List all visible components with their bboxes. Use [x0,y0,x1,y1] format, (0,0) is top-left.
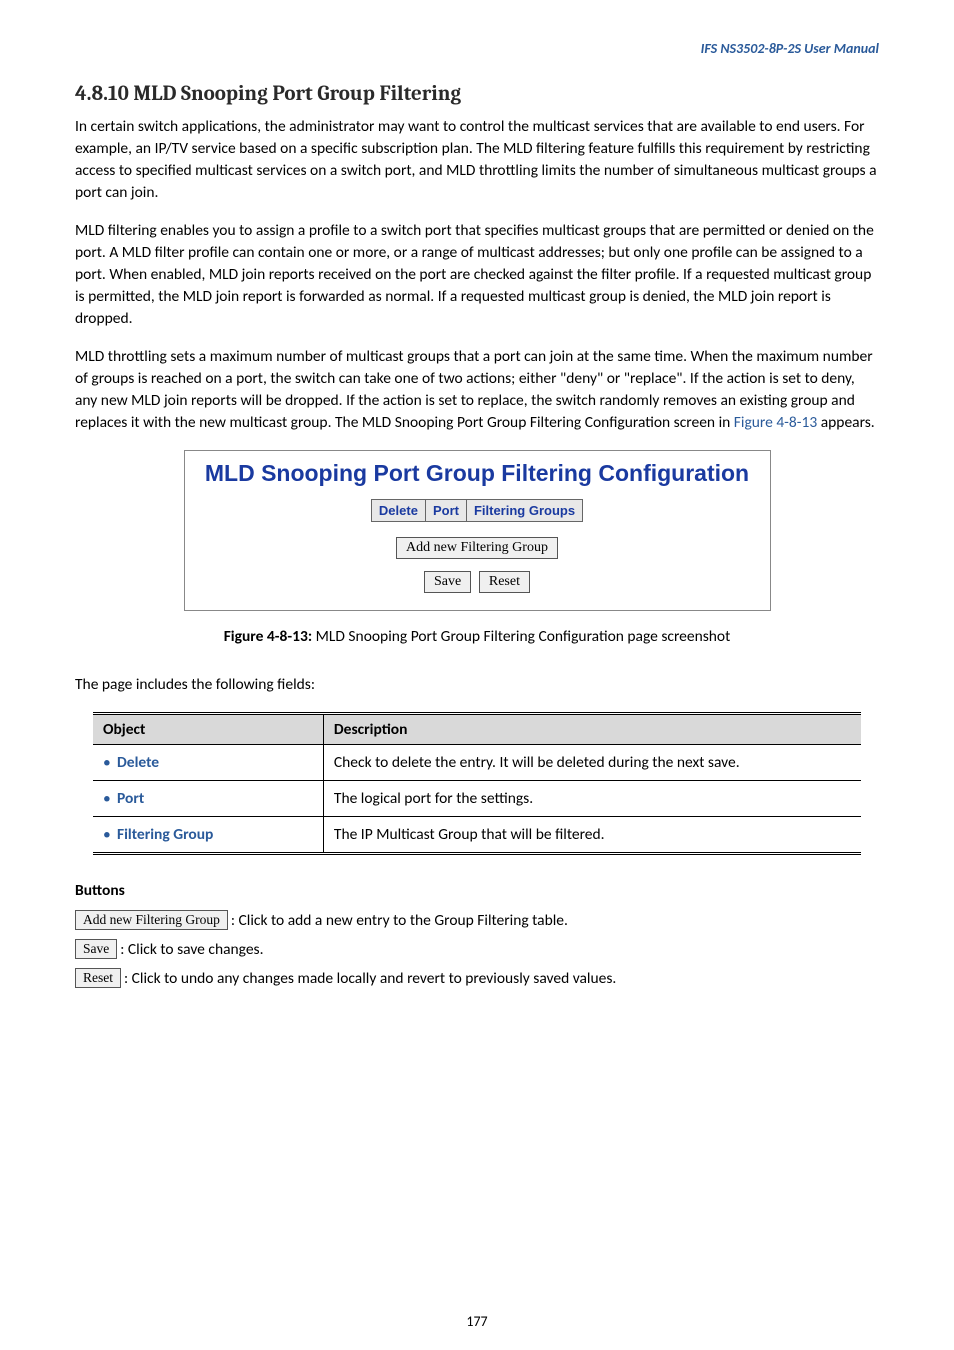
button-desc-line-add: Add new Filtering Group : Click to add a… [75,910,879,930]
reset-button[interactable]: Reset [479,571,530,593]
add-new-filtering-group-chip[interactable]: Add new Filtering Group [75,910,228,930]
mini-header-port: Port [425,500,466,522]
table-row: •Filtering Group The IP Multicast Group … [93,817,861,854]
object-port: Port [117,789,144,808]
desc-filtering-group: The IP Multicast Group that will be filt… [323,817,861,854]
reset-chip[interactable]: Reset [75,968,121,988]
bullet-icon: • [103,789,117,808]
save-chip[interactable]: Save [75,939,117,959]
object-description-table: Object Description •Delete Check to dele… [93,712,861,855]
save-chip-desc: : Click to save changes. [120,940,263,959]
buttons-heading: Buttons [75,881,879,900]
section-heading: 4.8.10 MLD Snooping Port Group Filtering [75,82,879,106]
bullet-icon: • [103,753,117,772]
paragraph-1: In certain switch applications, the admi… [75,116,879,204]
th-description: Description [323,714,861,745]
config-screenshot-box: MLD Snooping Port Group Filtering Config… [184,450,771,611]
mini-header-delete: Delete [371,500,425,522]
save-button[interactable]: Save [424,571,471,593]
desc-delete: Check to delete the entry. It will be de… [323,745,861,781]
header-manual-title: IFS NS3502-8P-2S User Manual [75,40,879,57]
fields-intro: The page includes the following fields: [75,674,879,696]
reset-chip-desc: : Click to undo any changes made locally… [124,969,616,988]
table-row: •Delete Check to delete the entry. It wi… [93,745,861,781]
table-header-row: Object Description [93,714,861,745]
add-new-filtering-group-button[interactable]: Add new Filtering Group [396,537,558,559]
figure-caption-number: Figure 4-8-13: [224,627,316,646]
add-new-filtering-group-desc: : Click to add a new entry to the Group … [231,911,568,930]
figure-caption: Figure 4-8-13: MLD Snooping Port Group F… [75,627,879,646]
figure-ref-link: Figure 4-8-13 [734,413,817,432]
button-desc-line-reset: Reset : Click to undo any changes made l… [75,968,879,988]
button-desc-line-save: Save : Click to save changes. [75,939,879,959]
th-object: Object [93,714,323,745]
config-mini-header-table: Delete Port Filtering Groups [371,499,583,522]
config-box-title: MLD Snooping Port Group Filtering Config… [197,460,758,487]
paragraph-3b: appears. [817,413,874,432]
mini-header-filtering-groups: Filtering Groups [466,500,582,522]
figure-caption-text: MLD Snooping Port Group Filtering Config… [316,627,731,646]
paragraph-3: MLD throttling sets a maximum number of … [75,346,879,434]
paragraph-2: MLD filtering enables you to assign a pr… [75,220,879,330]
object-delete: Delete [117,753,159,772]
page-number: 177 [0,1313,954,1330]
table-row: •Port The logical port for the settings. [93,781,861,817]
object-filtering-group: Filtering Group [117,825,213,844]
bullet-icon: • [103,825,117,844]
desc-port: The logical port for the settings. [323,781,861,817]
